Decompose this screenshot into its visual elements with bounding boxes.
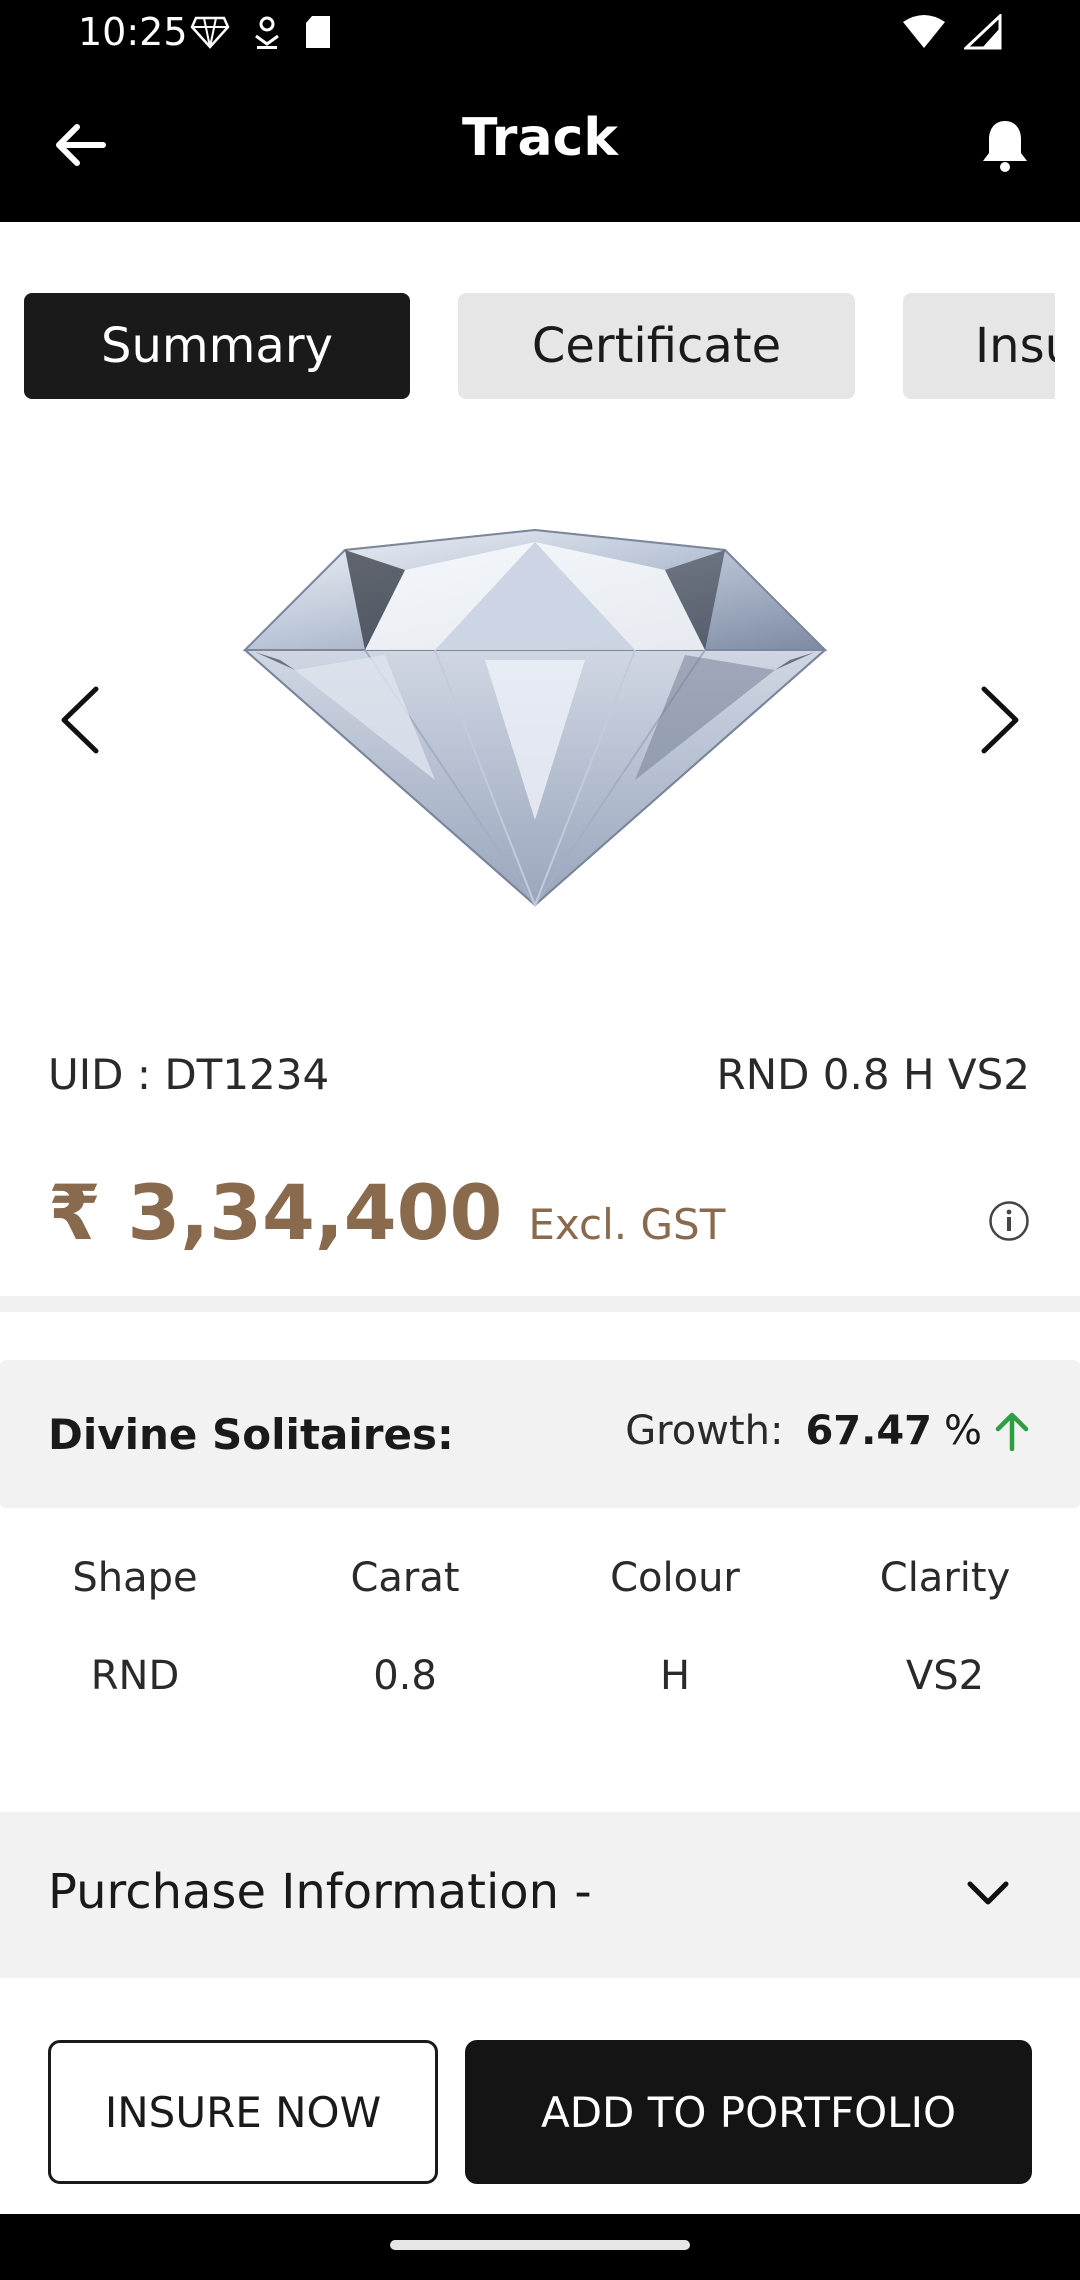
carousel-prev-button[interactable] (40, 670, 120, 770)
download-icon (255, 16, 279, 49)
growth-value: 67.47 (805, 1408, 932, 1454)
chevron-down-icon (967, 1881, 1009, 1905)
purchase-info-label: Purchase Information - (48, 1864, 592, 1920)
spec-column-colour: Colour H (540, 1555, 810, 1699)
arrow-up-icon (995, 1412, 1029, 1451)
price-row: ₹ 3,34,400 Excl. GST (48, 1168, 725, 1257)
tab-certificate[interactable]: Certificate (458, 293, 855, 399)
spec-column-carat: Carat 0.8 (270, 1555, 540, 1699)
tab-bar: Summary Certificate Insu (0, 293, 1080, 399)
growth-key: Growth: (625, 1408, 784, 1454)
tab-insurance[interactable]: Insu (903, 293, 1055, 399)
image-carousel (0, 470, 1080, 990)
info-icon[interactable] (988, 1200, 1030, 1242)
item-uid: UID : DT1234 (48, 1050, 330, 1099)
growth-unit: % (943, 1408, 982, 1454)
purchase-expand-button[interactable] (958, 1864, 1018, 1924)
spec-value: RND (90, 1653, 180, 1699)
spec-value: VS2 (905, 1653, 985, 1699)
price-note: Excl. GST (528, 1200, 726, 1249)
tab-scroller[interactable]: Summary Certificate Insu (0, 293, 1055, 399)
sd-card-icon (306, 16, 330, 48)
system-nav-bar (0, 2214, 1080, 2280)
add-to-portfolio-button[interactable]: ADD TO PORTFOLIO (465, 2040, 1032, 2184)
spec-value: H (659, 1653, 691, 1699)
purchase-info-toggle[interactable]: Purchase Information - (0, 1812, 1080, 1978)
spec-header: Carat (350, 1555, 460, 1601)
carousel-next-button[interactable] (960, 670, 1040, 770)
status-system-icons (902, 14, 1002, 50)
spec-header: Colour (610, 1555, 740, 1601)
item-descriptor: RND 0.8 H VS2 (716, 1050, 1030, 1099)
diamond-image (242, 528, 828, 908)
growth-summary: Growth: 67.47 % (625, 1408, 1030, 1454)
chevron-right-icon (981, 686, 1019, 754)
diamond-icon (190, 16, 230, 49)
item-id-row: UID : DT1234 RND 0.8 H VS2 (48, 1050, 1030, 1099)
status-notification-icons (190, 14, 332, 50)
insure-now-button[interactable]: INSURE NOW (48, 2040, 438, 2184)
wifi-icon (903, 15, 945, 48)
spec-column-shape: Shape RND (0, 1555, 270, 1699)
price-value: ₹ 3,34,400 (48, 1168, 503, 1257)
app-bar: Track (0, 68, 1080, 222)
chevron-left-icon (61, 686, 99, 754)
spec-value: 0.8 (373, 1653, 437, 1699)
section-divider (0, 1296, 1080, 1312)
page-title: Track (462, 108, 618, 168)
bell-icon (983, 121, 1027, 172)
growth-panel: Divine Solitaires: Growth: 67.47 % (0, 1360, 1080, 1508)
spec-column-clarity: Clarity VS2 (810, 1555, 1080, 1699)
notifications-button[interactable] (970, 110, 1040, 180)
tab-summary[interactable]: Summary (24, 293, 410, 399)
signal-icon (964, 14, 1002, 50)
status-time: 10:25 (78, 10, 188, 54)
spec-header: Shape (72, 1555, 198, 1601)
home-gesture-handle[interactable] (390, 2240, 690, 2250)
growth-label: Divine Solitaires: (48, 1410, 454, 1459)
status-bar: 10:25 (0, 0, 1080, 68)
spec-table: Shape RND Carat 0.8 Colour H Clarity VS2 (0, 1555, 1080, 1699)
spec-header: Clarity (879, 1555, 1011, 1601)
